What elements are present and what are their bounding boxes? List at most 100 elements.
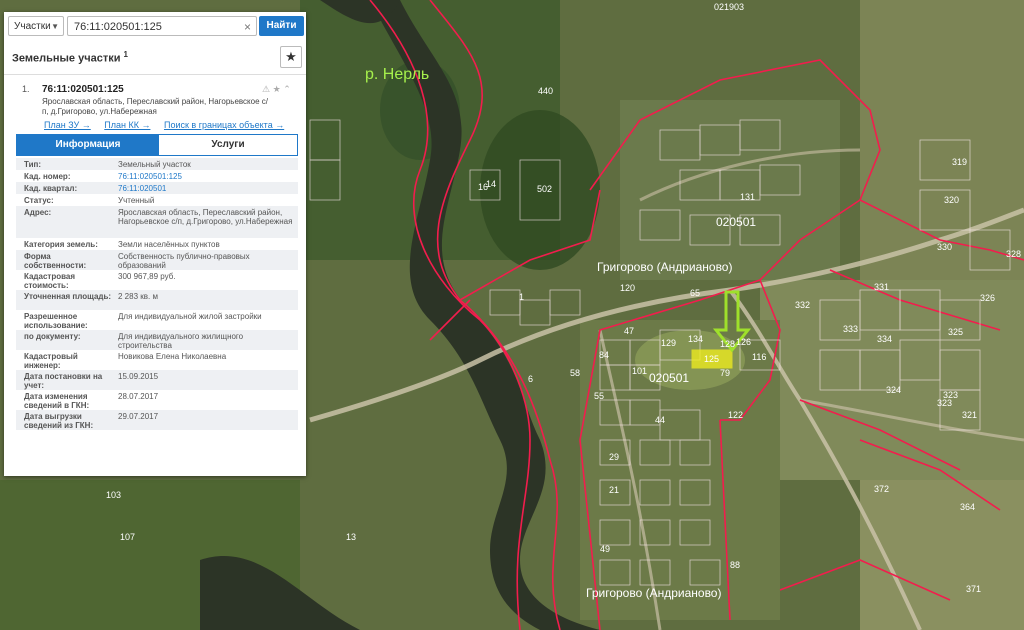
parcel-number: 120 (620, 283, 635, 293)
parcel-number: 65 (690, 288, 700, 298)
parcel-number: 502 (537, 184, 552, 194)
parcel-number: 332 (795, 300, 810, 310)
details-value[interactable]: 76:11:020501:125 (118, 172, 294, 181)
parcel-number: 328 (1006, 249, 1021, 259)
result-item: 1. 76:11:020501:125 ⚠ ★ ⌃ Ярославская об… (4, 76, 306, 476)
parcel-number: 325 (948, 327, 963, 337)
details-value[interactable]: 76:11:020501 (118, 184, 294, 193)
search-input[interactable]: 76:11:020501:125 × (67, 16, 257, 36)
tab-services[interactable]: Услуги (159, 135, 297, 155)
result-tabs: Информация Услуги (16, 134, 298, 156)
parcel-number: 334 (877, 334, 892, 344)
parcel-number: 371 (966, 584, 981, 594)
parcel-number: 14 (486, 179, 496, 189)
parcel-number: 364 (960, 502, 975, 512)
parcel-number: 79 (720, 368, 730, 378)
star-icon: ★ (285, 49, 297, 64)
parcel-number: 84 (599, 350, 609, 360)
result-address: Ярославская область, Переславский район,… (42, 97, 268, 116)
parcel-number: 29 (609, 452, 619, 462)
parcel-number: 321 (962, 410, 977, 420)
parcel-number: 49 (600, 544, 610, 554)
parcel-number: 330 (937, 242, 952, 252)
parcel-number: 319 (952, 157, 967, 167)
parcel-number: 331 (874, 282, 889, 292)
details-label: Кадастровый инженер: (24, 352, 78, 370)
details-value: 29.07.2017 (118, 412, 159, 421)
details-value: Новикова Елена Николаевна (118, 352, 227, 361)
details-row: Дата изменения сведений в ГКН: 28.07.2017 (16, 390, 298, 410)
chevron-down-icon: ▼ (51, 22, 59, 31)
details-row: Статус: Учтенный (16, 194, 298, 206)
result-cad-number[interactable]: 76:11:020501:125 (42, 84, 124, 95)
details-row: Кадастровый инженер: Новикова Елена Никол… (16, 350, 298, 370)
details-label: Уточненная площадь: (24, 292, 112, 301)
details-value: Ярославская область, Переславский район,… (118, 208, 293, 226)
details-label: Адрес: (24, 208, 52, 217)
details-value: 28.07.2017 (118, 392, 159, 401)
details-row: Разрешенное использование: Для индивидуал… (16, 310, 298, 330)
details-value: Земельный участок (118, 160, 191, 169)
parcel-number: 1 (519, 292, 524, 302)
parcel-number: 21 (609, 485, 619, 495)
parcel-number: 55 (594, 391, 604, 401)
results-title-text: Земельные участки (12, 52, 121, 65)
parcel-number: 107 (120, 532, 135, 542)
search-in-bounds-link[interactable]: Поиск в границах объекта → (164, 120, 284, 130)
parcel-number: 323 (943, 390, 958, 400)
results-count: 1 (123, 50, 128, 59)
details-row: Уточненная площадь: 2 283 кв. м (16, 290, 298, 310)
details-label: Разрешенное использование: (24, 312, 88, 330)
details-label: Дата постановки на учет: (24, 372, 103, 390)
find-button[interactable]: Найти (259, 16, 304, 36)
search-bar: Участки ▼ 76:11:020501:125 × Найти (4, 12, 306, 42)
details-row: по документу: Для индивидуального жилищно… (16, 330, 298, 350)
details-value: 15.09.2015 (118, 372, 159, 381)
plan-zu-link[interactable]: План ЗУ → (44, 120, 91, 130)
parcel-number: 333 (843, 324, 858, 334)
parcel-number: 58 (570, 368, 580, 378)
category-label: Участки (14, 21, 51, 32)
collapse-icon[interactable]: ⌃ (283, 84, 291, 94)
parcel-number: 372 (874, 484, 889, 494)
clear-icon[interactable]: × (244, 17, 251, 37)
parcel-number: 116 (752, 352, 766, 362)
warning-icon[interactable]: ⚠ (262, 84, 270, 94)
parcel-number: 122 (728, 410, 743, 420)
quarter-label: 021903 (714, 2, 744, 12)
details-value: Учтенный (118, 196, 155, 205)
details-value: Земли населённых пунктов (118, 240, 220, 249)
parcel-number: 134 (688, 334, 703, 344)
divider (4, 74, 306, 75)
details-row: Форма собственности: Собственность публич… (16, 250, 298, 270)
details-value: 300 967,89 руб. (118, 272, 176, 281)
parcel-number: 440 (538, 86, 553, 96)
details-row: Адрес: Ярославская область, Переславский … (16, 206, 298, 238)
place-label: Григорово (Андрианово) (586, 586, 721, 600)
parcel-number: 101 (632, 366, 647, 376)
search-query: 76:11:020501:125 (74, 21, 162, 33)
details-row: Дата постановки на учет: 15.09.2015 (16, 370, 298, 390)
details-label: Кад. квартал: (24, 184, 78, 193)
search-panel: Участки ▼ 76:11:020501:125 × Найти Земел… (4, 12, 306, 476)
details-label: Дата изменения сведений в ГКН: (24, 392, 90, 410)
quarter-label: 020501 (649, 371, 689, 385)
quarter-label: 020501 (716, 215, 756, 229)
bookmark-button[interactable]: ★ (280, 46, 302, 68)
tab-info[interactable]: Информация (17, 135, 159, 155)
details-row: Кадастровая стоимость: 300 967,89 руб. (16, 270, 298, 290)
result-index: 1. (22, 84, 30, 94)
parcel-number: 320 (944, 195, 959, 205)
highlighted-parcel-number: 125 (704, 354, 719, 364)
parcel-number: 44 (655, 415, 665, 425)
details-label: Кадастровая стоимость: (24, 272, 76, 290)
category-select[interactable]: Участки ▼ (8, 16, 64, 36)
details-label: Тип: (24, 160, 41, 169)
details-row: Категория земель: Земли населённых пункто… (16, 238, 298, 250)
star-icon[interactable]: ★ (273, 84, 281, 94)
result-icons: ⚠ ★ ⌃ (262, 84, 291, 95)
parcel-number: 6 (528, 374, 533, 384)
details-table: Тип: Земельный участок Кад. номер: 76:11:02… (16, 158, 298, 430)
details-value: 2 283 кв. м (118, 292, 158, 301)
plan-kk-link[interactable]: План КК → (104, 120, 150, 130)
